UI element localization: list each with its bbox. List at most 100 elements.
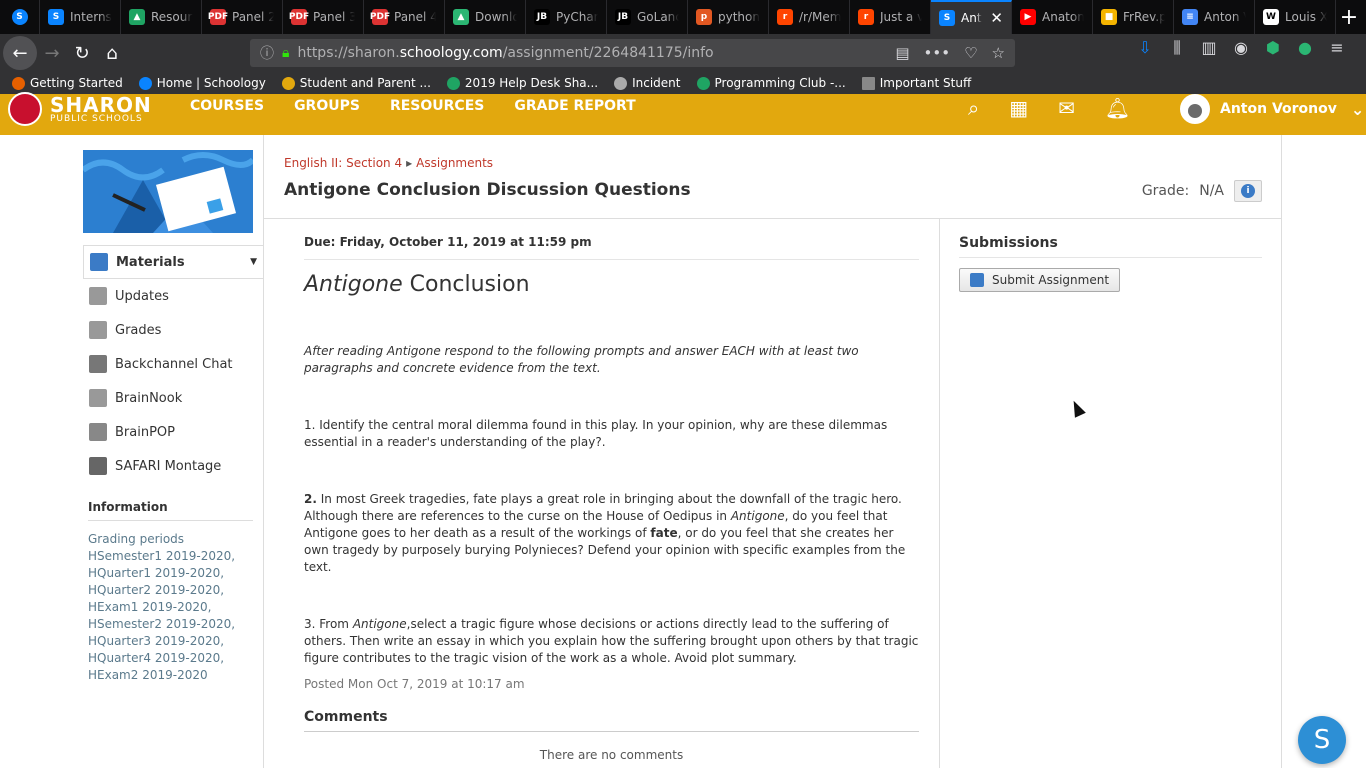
back-button[interactable]: ← — [3, 36, 37, 70]
library-icon[interactable]: ⫼ — [1167, 38, 1187, 58]
main-content: English II: Section 4 ▸ Assignments Antigo… — [264, 135, 1282, 768]
new-tab-button[interactable]: + — [1332, 0, 1366, 34]
grammarly-icon[interactable]: ● — [1295, 38, 1315, 58]
no-comments-text: There are no comments — [539, 748, 684, 762]
due-date: Due: Friday, October 11, 2019 at 11:59 p… — [304, 235, 919, 260]
schoology-help-button[interactable]: S — [1298, 716, 1346, 764]
bookmark-favicon-icon — [12, 76, 25, 90]
bookmark-item[interactable]: Incident — [614, 76, 681, 90]
messages-icon[interactable]: ✉ — [1058, 96, 1075, 120]
extension-icon[interactable]: ⬢ — [1263, 38, 1283, 58]
account-icon[interactable]: ◉ — [1231, 38, 1251, 58]
bookmark-item[interactable]: Programming Club -... — [696, 76, 846, 90]
sidebar-item-updates[interactable]: Updates — [83, 279, 263, 313]
bookmark-item[interactable]: 2019 Help Desk Sha... — [446, 76, 598, 90]
browser-tab[interactable]: S Anti ✕ — [931, 0, 1012, 34]
browser-tab[interactable]: W Louis X — [1255, 0, 1336, 34]
search-icon[interactable]: ⌕ — [968, 96, 979, 120]
tab-title: Panel 4 — [394, 10, 436, 24]
grading-period: HQuarter1 2019-2020, — [88, 566, 225, 580]
assignment-heading: Antigone Conclusion — [304, 272, 919, 297]
nav-resources[interactable]: RESOURCES — [390, 98, 484, 114]
download-icon[interactable]: ⇩ — [1135, 38, 1155, 58]
browser-tab[interactable]: JB GoLanc — [607, 0, 688, 34]
q1-number: 1. — [304, 418, 316, 432]
sidebar-item-brainnook[interactable]: BrainNook — [83, 381, 263, 415]
browser-tab[interactable]: r/r/Mem — [769, 0, 850, 34]
browser-tab[interactable]: S Interns — [40, 0, 121, 34]
breadcrumb-course[interactable]: English II: Section 4 — [284, 156, 402, 170]
site-header: SHARON PUBLIC SCHOOLS COURSES GROUPS RES… — [0, 92, 1366, 135]
grade-info-button[interactable]: i — [1234, 180, 1262, 202]
url-bar[interactable]: ⓘ 🔒︎ https://sharon. schoology.com/assign… — [250, 39, 1015, 67]
sidebar-item-materials[interactable]: Materials ▼ — [83, 245, 263, 279]
breadcrumb-assignments[interactable]: Assignments — [416, 156, 493, 170]
close-tab-icon[interactable]: ✕ — [990, 9, 1003, 27]
sidebar-icon[interactable]: ▥ — [1199, 38, 1219, 58]
browser-tab[interactable]: p python — [688, 0, 769, 34]
submit-icon — [970, 273, 984, 287]
nav-courses[interactable]: COURSES — [190, 98, 264, 114]
tab-title: python — [718, 10, 760, 24]
browser-tab[interactable]: ≡ Anton V — [1174, 0, 1255, 34]
course-menu: Materials ▼ Updates Grades Backchannel Chat B… — [83, 245, 263, 483]
menu-icon[interactable]: ≡ — [1327, 38, 1347, 58]
assignment-body: Due: Friday, October 11, 2019 at 11:59 p… — [304, 235, 919, 762]
browser-tab[interactable]: JB PyChar — [526, 0, 607, 34]
sidebar-item-safari-montage[interactable]: SAFARI Montage — [83, 449, 263, 483]
question-2: 2. In most Greek tragedies, fate plays a… — [304, 491, 919, 576]
grading-period: HExam2 2019-2020 — [88, 668, 208, 682]
forward-button[interactable]: → — [37, 38, 67, 68]
sidebar-item-brainpop[interactable]: BrainPOP — [83, 415, 263, 449]
pinned-tab[interactable]: S — [0, 0, 40, 34]
bookmark-favicon-icon — [446, 76, 460, 90]
tab-favicon-icon: ▶ — [1020, 9, 1036, 25]
grading-period: HSemester2 2019-2020, — [88, 617, 236, 631]
sidebar-item-label: BrainNook — [115, 390, 183, 406]
nav-grade-report[interactable]: GRADE REPORT — [514, 98, 635, 114]
grade-label: Grade: — [1141, 183, 1190, 199]
bookmark-item[interactable]: Home | Schoology — [138, 76, 266, 90]
bookmark-item[interactable]: Getting Started — [12, 76, 123, 90]
browser-tab[interactable]: PDF Panel 4 — [364, 0, 445, 34]
info-icon[interactable]: ⓘ — [260, 43, 274, 63]
lock-icon: 🔒︎ — [282, 45, 290, 61]
reload-button[interactable]: ↻ — [67, 38, 97, 68]
info-icon: i — [1241, 184, 1255, 198]
bookmark-item[interactable]: Student and Parent ... — [281, 76, 431, 90]
grading-period: HSemester1 2019-2020, — [88, 549, 236, 563]
browser-tab[interactable]: r Just a v — [850, 0, 931, 34]
grading-period: HQuarter3 2019-2020, — [88, 634, 225, 648]
information-panel: Information Grading periods HSemester1 2… — [88, 500, 253, 684]
notifications-icon[interactable]: 🔔︎ — [1105, 96, 1130, 120]
browser-tab[interactable]: ▲ Resour — [121, 0, 202, 34]
browser-tab[interactable]: ▶ Anaton — [1012, 0, 1093, 34]
bookmark-star-icon[interactable]: ☆ — [992, 44, 1005, 62]
pocket-icon[interactable]: ♡ — [964, 44, 977, 62]
caret-down-icon[interactable]: ▼ — [250, 257, 257, 267]
browser-tab[interactable]: PDF Panel 2 — [202, 0, 283, 34]
browser-tab[interactable]: ■ FrRev.p — [1093, 0, 1174, 34]
home-button[interactable]: ⌂ — [97, 38, 127, 68]
sidebar-item-grades[interactable]: Grades — [83, 313, 263, 347]
tab-title: /r/Mem — [799, 10, 841, 24]
tab-title: Panel 3 — [313, 10, 355, 24]
browser-tab[interactable]: PDF Panel 3 — [283, 0, 364, 34]
more-actions-icon[interactable]: ••• — [924, 44, 951, 62]
district-logo[interactable]: SHARON PUBLIC SCHOOLS — [8, 92, 152, 126]
calendar-icon[interactable]: ▦ — [1009, 96, 1028, 120]
posted-date: Posted Mon Oct 7, 2019 at 10:17 am — [304, 677, 525, 691]
browser-tab[interactable]: ▲ Downlo — [445, 0, 526, 34]
user-menu[interactable]: Anton Voronov ⌄ — [1180, 94, 1364, 124]
tab-title: Anti — [961, 11, 982, 25]
bookmark-label: Important Stuff — [879, 76, 972, 90]
sidebar-item-label: Backchannel Chat — [115, 356, 233, 372]
sidebar-item-icon — [90, 253, 108, 271]
sidebar-item-backchannel-chat[interactable]: Backchannel Chat — [83, 347, 263, 381]
q2-italic: Antigone — [730, 509, 785, 523]
bookmark-item[interactable]: Important Stuff — [861, 76, 972, 90]
reader-view-icon[interactable]: ▤ — [895, 44, 909, 62]
submit-assignment-button[interactable]: Submit Assignment — [959, 268, 1121, 292]
right-border — [1281, 135, 1282, 768]
nav-groups[interactable]: GROUPS — [294, 98, 360, 114]
